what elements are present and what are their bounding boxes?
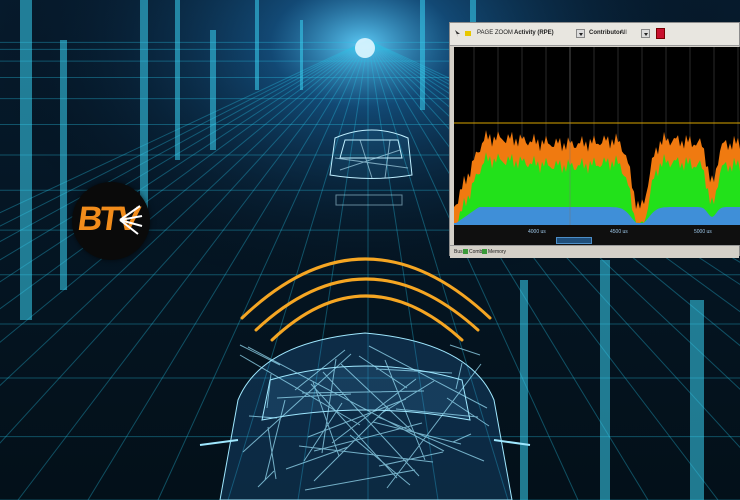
contributor-select[interactable]: All: [620, 30, 627, 36]
btv-logo: BTV: [72, 182, 150, 260]
pointer-icon[interactable]: [454, 29, 462, 38]
status-bar: Bus Comb Memory: [450, 245, 739, 258]
contributor-dropdown-chevron-icon[interactable]: [641, 29, 650, 38]
light-tower: [255, 0, 259, 90]
x-tick-2: 4500 us: [610, 229, 628, 235]
light-tower: [20, 0, 32, 320]
signal-rays-icon: [119, 205, 143, 235]
light-tower: [420, 0, 425, 110]
vanishing-light: [355, 38, 375, 58]
timeline-scroll-thumb[interactable]: [556, 237, 592, 244]
status-comb[interactable]: Comb: [469, 249, 482, 255]
activity-waveform: [454, 47, 740, 225]
light-tower: [600, 260, 610, 500]
highlight-icon[interactable]: [464, 29, 472, 38]
light-tower: [690, 300, 704, 500]
close-icon[interactable]: [656, 28, 665, 39]
light-tower: [60, 40, 67, 290]
x-tick-3: 5000 us: [694, 229, 712, 235]
light-tower: [140, 0, 148, 210]
activity-plot[interactable]: [454, 47, 740, 225]
metric-dropdown-chevron-icon[interactable]: [576, 29, 585, 38]
light-tower: [210, 30, 216, 150]
contributor-label: Contributor:: [589, 30, 624, 36]
status-bus[interactable]: Bus: [454, 249, 463, 255]
light-tower: [300, 20, 303, 90]
x-tick-1: 4000 us: [528, 229, 546, 235]
status-memory[interactable]: Memory: [488, 249, 506, 255]
memory-checkbox[interactable]: [482, 249, 487, 254]
zoom-label: PAGE ZOOM: [477, 30, 513, 36]
profiler-window: PAGE ZOOM Activity (RPE) Contributor: Al…: [449, 22, 740, 258]
metric-select[interactable]: Activity (RPE): [514, 30, 554, 36]
profiler-toolbar: PAGE ZOOM Activity (RPE) Contributor: Al…: [450, 23, 739, 46]
baseline-band: [454, 207, 740, 225]
time-axis: 4000 us 4500 us 5000 us: [454, 225, 740, 245]
light-tower: [520, 280, 528, 500]
light-tower: [175, 0, 180, 160]
comb-checkbox[interactable]: [463, 249, 468, 254]
